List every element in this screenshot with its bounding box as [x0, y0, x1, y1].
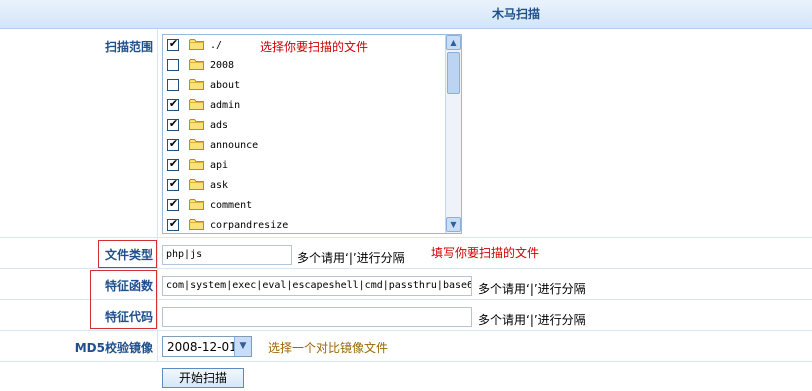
md5-mirror-select[interactable]: 2008-12-01 ▼ [162, 336, 252, 357]
folder-icon [189, 98, 204, 110]
folder-checkbox[interactable] [167, 79, 179, 91]
folder-checkbox[interactable]: ✔ [167, 217, 179, 231]
folder-icon [189, 138, 204, 150]
list-item[interactable]: ✔ api [163, 156, 445, 176]
folder-checkbox[interactable]: ✔ [167, 97, 179, 111]
folder-name: comment [210, 200, 253, 211]
folder-icon [189, 58, 204, 70]
list-item[interactable]: 2008 [163, 56, 445, 76]
checkmark-icon: ✔ [168, 197, 179, 210]
folder-checkbox[interactable]: ✔ [167, 117, 179, 131]
folder-name: 2008 [210, 60, 235, 71]
checkmark-icon: ✔ [168, 97, 179, 110]
file-type-input[interactable]: php|js [162, 245, 292, 265]
checkmark-icon: ✔ [168, 177, 179, 190]
scan-range-list[interactable]: ▲ ▼ ✔ ./2008 about ✔ admin ✔ ads ✔ announce ✔ api ✔… [162, 34, 462, 234]
folder-icon [189, 218, 204, 230]
scrollbar-thumb[interactable] [447, 52, 460, 94]
scan-range-label: 扫描范围 [104, 40, 153, 54]
folder-checkbox[interactable]: ✔ [167, 37, 179, 51]
folder-checkbox[interactable]: ✔ [167, 197, 179, 211]
start-scan-button[interactable]: 开始扫描 [162, 368, 244, 388]
folder-icon [189, 178, 204, 190]
feature-function-input[interactable]: com|system|exec|eval|escapeshell|cmd|pas… [162, 276, 472, 296]
list-item[interactable]: ✔ admin [163, 96, 445, 116]
feature-function-note: 多个请用‘|’进行分隔 [478, 282, 586, 296]
list-item[interactable]: ✔ ads [163, 116, 445, 136]
md5-label: MD5校验镜像 [74, 341, 153, 355]
page-title: 木马扫描 [491, 7, 540, 21]
scan-range-hint: 选择你要扫描的文件 [260, 40, 369, 54]
folder-checkbox[interactable]: ✔ [167, 157, 179, 171]
folder-checkbox[interactable] [167, 59, 179, 71]
list-item[interactable]: ✔ comment [163, 196, 445, 216]
folder-name: ./ [210, 40, 223, 51]
file-type-hint: 填写你要扫描的文件 [431, 246, 540, 260]
feature-highlight [90, 270, 157, 329]
folder-name: corpandresize [210, 220, 289, 231]
folder-icon [189, 118, 204, 130]
folder-name: ads [210, 120, 229, 131]
md5-mirror-hint: 选择一个对比镜像文件 [268, 341, 389, 355]
folder-checkbox[interactable]: ✔ [167, 137, 179, 151]
list-item[interactable]: about [163, 76, 445, 96]
folder-icon [189, 198, 204, 210]
chevron-down-icon[interactable]: ▼ [446, 217, 461, 232]
checkmark-icon: ✔ [168, 217, 179, 230]
folder-checkbox[interactable]: ✔ [167, 177, 179, 191]
checkmark-icon: ✔ [168, 117, 179, 130]
file-type-highlight [98, 240, 157, 268]
folder-name: announce [210, 140, 259, 151]
folder-name: about [210, 80, 241, 91]
folder-icon [189, 78, 204, 90]
folder-icon [189, 158, 204, 170]
folder-name: ask [210, 180, 229, 191]
chevron-up-icon[interactable]: ▲ [446, 35, 461, 50]
page-header: 木马扫描 [0, 0, 812, 29]
feature-code-input[interactable] [162, 307, 472, 327]
folder-name: admin [210, 100, 241, 111]
checkmark-icon: ✔ [168, 157, 179, 170]
feature-code-note: 多个请用‘|’进行分隔 [478, 313, 586, 327]
checkmark-icon: ✔ [168, 37, 179, 50]
chevron-down-icon[interactable]: ▼ [234, 337, 251, 356]
list-item[interactable]: ✔ ask [163, 176, 445, 196]
file-type-note: 多个请用‘|’进行分隔 [297, 251, 405, 265]
checkmark-icon: ✔ [168, 137, 179, 150]
list-item[interactable]: ✔ announce [163, 136, 445, 156]
folder-name: api [210, 160, 229, 171]
list-item[interactable]: ✔ corpandresize [163, 216, 445, 233]
folder-icon [189, 38, 204, 50]
list-scrollbar[interactable]: ▲ ▼ [445, 35, 461, 233]
md5-mirror-selected: 2008-12-01 [167, 340, 237, 354]
